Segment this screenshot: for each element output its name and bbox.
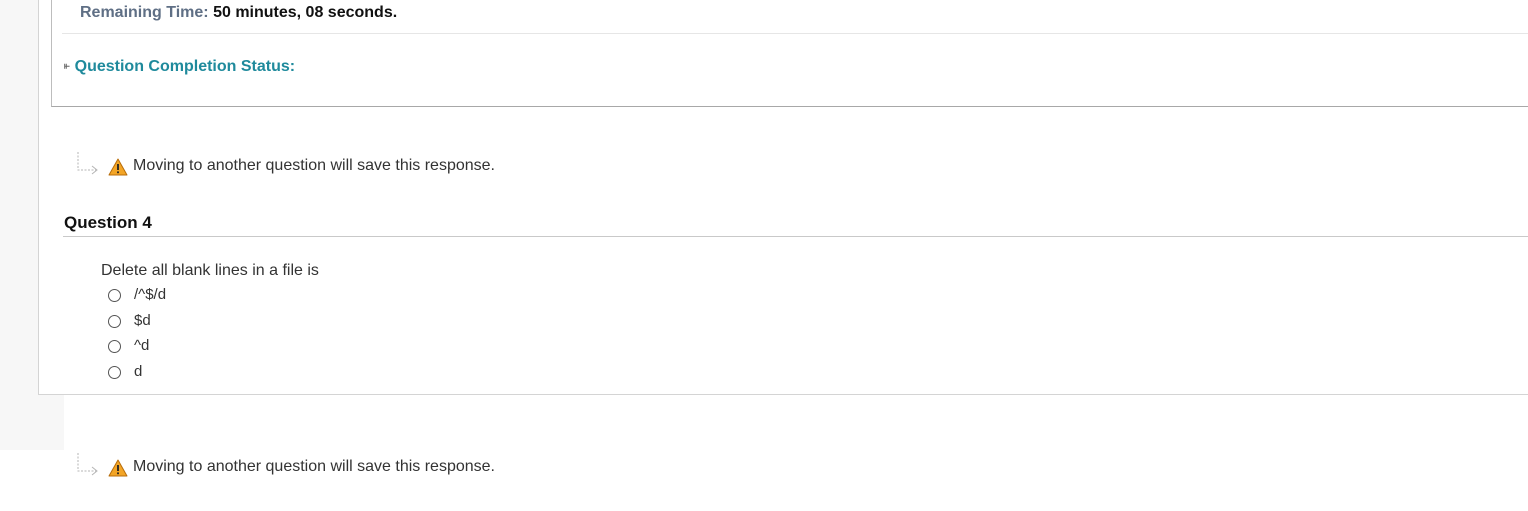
radio-button[interactable]	[108, 366, 121, 379]
answer-option-label: /^$/d	[134, 286, 167, 303]
indent-arrow-icon	[77, 453, 98, 476]
answer-option-label: d	[134, 363, 143, 380]
question-title: Question 4	[64, 213, 152, 232]
remaining-time-value: 50 minutes, 08 seconds.	[213, 4, 398, 21]
radio-button[interactable]	[108, 340, 121, 353]
radio-button[interactable]	[108, 315, 121, 328]
remaining-time: Remaining Time: 50 minutes, 08 seconds.	[80, 4, 397, 22]
answer-option-label: $d	[134, 312, 151, 329]
save-notice-text: Moving to another question will save thi…	[133, 458, 495, 475]
warning-icon	[108, 158, 128, 176]
indent-arrow-icon	[77, 152, 98, 175]
divider	[62, 33, 1528, 34]
question-text: Delete all blank lines in a file is	[101, 262, 319, 279]
test-status-panel: Remaining Time: 50 minutes, 08 seconds. …	[51, 0, 1528, 107]
double-chevron-down-icon: ⫦	[64, 61, 70, 72]
radio-button[interactable]	[108, 289, 121, 302]
left-gutter	[0, 0, 38, 450]
question-divider	[63, 236, 1528, 237]
answer-option-label: ^d	[134, 337, 150, 354]
save-notice-text: Moving to another question will save thi…	[133, 157, 495, 174]
remaining-time-label: Remaining Time:	[80, 4, 209, 21]
question-completion-status-label: Question Completion Status:	[74, 58, 296, 75]
question-completion-status-toggle[interactable]: ⫦ Question Completion Status:	[64, 58, 295, 76]
gutter-block	[38, 395, 64, 450]
warning-icon	[108, 459, 128, 477]
